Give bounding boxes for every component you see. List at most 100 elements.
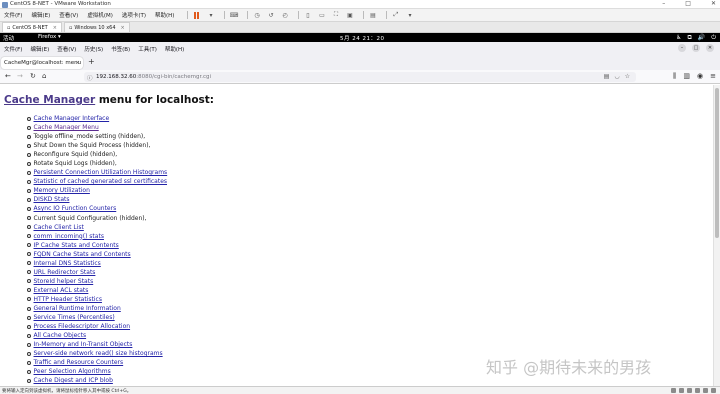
menu-link[interactable]: Statistic of cached generated ssl certif… <box>34 177 168 186</box>
menu-link[interactable]: Cache Manager Interface <box>34 114 110 123</box>
close-icon[interactable]: ✕ <box>711 0 716 9</box>
close-tab-icon[interactable]: × <box>75 60 80 66</box>
forward-icon[interactable]: → <box>17 72 23 80</box>
account-icon[interactable]: ◉ <box>697 72 703 81</box>
ff-menu-help[interactable]: 帮助(H) <box>165 45 184 53</box>
app-menu[interactable]: Firefox ▾ <box>38 34 61 40</box>
ff-menu-tools[interactable]: 工具(T) <box>138 45 157 53</box>
menu-link[interactable]: StoreId helper Stats <box>34 277 94 286</box>
minimize-icon[interactable]: – <box>662 0 665 9</box>
menu-link[interactable]: Internal DNS Statistics <box>34 259 101 268</box>
volume-icon[interactable]: 🔊 <box>698 34 705 42</box>
url-bar[interactable]: ⓘ 192.168.32.60:8080/cgi-bin/cachemgr.cg… <box>84 72 636 82</box>
dropdown-icon[interactable]: ▾ <box>206 11 215 19</box>
menu-link[interactable]: FQDN Cache Stats and Contents <box>34 250 131 259</box>
stretch-icon[interactable]: ⤢ <box>391 11 400 19</box>
revert-snapshot-icon[interactable]: ↺ <box>266 11 275 19</box>
activities-button[interactable]: 活动 <box>3 34 14 42</box>
minimize-icon[interactable]: – <box>678 44 686 52</box>
fullscreen-icon[interactable]: ⛶ <box>331 11 340 19</box>
close-icon[interactable]: × <box>53 25 57 31</box>
maximize-icon[interactable]: □ <box>692 44 700 52</box>
menu-link[interactable]: Cache Client List <box>34 223 84 232</box>
menu-link[interactable]: Process Filedescriptor Allocation <box>34 322 131 331</box>
usb-icon[interactable] <box>695 388 700 393</box>
new-tab-icon[interactable]: + <box>88 57 95 66</box>
pause-icon[interactable] <box>192 11 201 19</box>
menu-link[interactable]: HTTP Header Statistics <box>34 295 102 304</box>
ff-menu-edit[interactable]: 编辑(E) <box>30 45 49 53</box>
vm-menu-file[interactable]: 文件(F) <box>4 11 22 19</box>
menu-link[interactable]: comm_incoming() stats <box>34 232 104 241</box>
close-icon[interactable]: × <box>121 25 125 31</box>
vm-menu-help[interactable]: 帮助(H) <box>155 11 174 19</box>
bookmark-star-icon[interactable]: ☆ <box>625 73 630 80</box>
menu-text: Rotate Squid Logs (hidden), <box>33 160 117 168</box>
network-adapter-icon[interactable] <box>687 388 692 393</box>
vm-menu-tabs[interactable]: 选项卡(T) <box>122 11 146 19</box>
bullet-icon <box>27 369 31 374</box>
tab-title: CacheMgr@localhost: menu <box>4 60 82 66</box>
accessibility-icon[interactable]: ♿ <box>676 34 681 42</box>
menu-link[interactable]: In-Memory and In-Transit Objects <box>34 340 133 349</box>
menu-link[interactable]: IP Cache Stats and Contents <box>34 241 119 250</box>
library-icon[interactable]: ⫼ <box>673 72 676 81</box>
cdrom-icon[interactable] <box>679 388 684 393</box>
menu-link[interactable]: Service Times (Percentiles) <box>34 313 115 322</box>
thumbnail-icon[interactable]: ▭ <box>317 11 326 19</box>
status-text: 要将输入定向到该虚拟机，请将鼠标指针移入其中或按 Ctrl+G。 <box>2 388 132 394</box>
display-icon[interactable] <box>711 388 716 393</box>
console-view-icon[interactable]: ▤ <box>368 11 377 19</box>
home-icon[interactable]: ⌂ <box>42 72 46 80</box>
unity-icon[interactable]: ▣ <box>345 11 354 19</box>
back-icon[interactable]: ← <box>5 72 11 80</box>
scrollbar[interactable] <box>713 85 720 386</box>
reload-icon[interactable]: ↻ <box>30 72 36 80</box>
clock[interactable]: 5月 24 21：20 <box>340 34 385 42</box>
menu-link[interactable]: Cache Manager Menu <box>34 123 99 132</box>
bullet-icon <box>27 161 31 166</box>
close-icon[interactable]: ✕ <box>706 44 714 52</box>
menu-link[interactable]: DISKD Stats <box>34 195 70 204</box>
ff-menu-bookmarks[interactable]: 书签(B) <box>111 45 130 53</box>
menu-link[interactable]: URL Redirector Stats <box>34 268 96 277</box>
maximize-icon[interactable]: □ <box>685 0 691 9</box>
power-icon[interactable]: ⏻ <box>711 34 716 42</box>
vm-menu-view[interactable]: 查看(V) <box>59 11 78 19</box>
sidebar-icon[interactable]: ▥ <box>683 72 690 81</box>
menu-link[interactable]: Peer Selection Algorithms <box>34 367 111 376</box>
snapshot-manager-icon[interactable]: ◴ <box>280 11 289 19</box>
network-icon[interactable]: ⧉ <box>687 34 691 42</box>
vm-tab-centos[interactable]: ▫ CentOS 8-NET × <box>2 22 62 32</box>
menu-link[interactable]: External ACL stats <box>34 286 89 295</box>
menu-link[interactable]: Server-side network read() size histogra… <box>34 349 163 358</box>
vm-tab-windows[interactable]: ▫ Windows 10 x64 × <box>63 22 130 32</box>
vm-menu-edit[interactable]: 编辑(E) <box>31 11 50 19</box>
ff-menu-history[interactable]: 历史(S) <box>84 45 103 53</box>
reader-icon[interactable]: ▤ <box>604 73 610 80</box>
menu-link[interactable]: Memory Utilization <box>34 186 90 195</box>
menu-link[interactable]: General Runtime Information <box>34 304 121 313</box>
scrollbar-thumb[interactable] <box>715 88 719 238</box>
hamburger-menu-icon[interactable]: ≡ <box>710 72 716 81</box>
cache-manager-link[interactable]: Cache Manager <box>4 94 95 106</box>
stretch-dropdown-icon[interactable]: ▾ <box>405 11 414 19</box>
browser-tab[interactable]: CacheMgr@localhost: menu × <box>1 57 83 69</box>
sound-icon[interactable] <box>703 388 708 393</box>
bullet-icon <box>27 179 31 184</box>
menu-link[interactable]: Traffic and Resource Counters <box>34 358 124 367</box>
menu-link[interactable]: Async IO Function Counters <box>34 204 117 213</box>
bullet-icon <box>27 378 31 383</box>
pocket-icon[interactable]: ◡ <box>614 73 619 80</box>
page-info-icon[interactable]: ⓘ <box>87 74 93 82</box>
ff-menu-view[interactable]: 查看(V) <box>57 45 76 53</box>
menu-link[interactable]: Persistent Connection Utilization Histog… <box>34 168 168 177</box>
snapshot-icon[interactable]: ◷ <box>252 11 261 19</box>
vm-menu-vm[interactable]: 虚拟机(M) <box>87 11 113 19</box>
send-keys-icon[interactable]: ⌨ <box>229 11 239 19</box>
ff-menu-file[interactable]: 文件(F) <box>4 45 22 53</box>
menu-link[interactable]: Cache Digest and ICP blob <box>34 376 113 385</box>
library-icon[interactable]: ▯ <box>303 11 312 19</box>
hdd-icon[interactable] <box>671 388 676 393</box>
menu-link[interactable]: All Cache Objects <box>34 331 87 340</box>
